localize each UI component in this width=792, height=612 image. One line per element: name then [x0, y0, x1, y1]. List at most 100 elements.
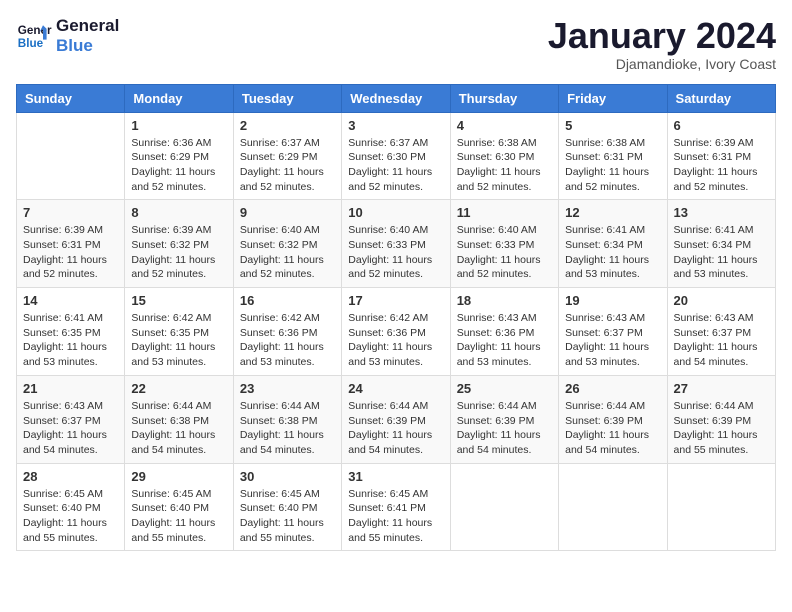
- day-info: Sunrise: 6:37 AMSunset: 6:30 PMDaylight:…: [348, 136, 443, 195]
- calendar-week-row: 21Sunrise: 6:43 AMSunset: 6:37 PMDayligh…: [17, 375, 776, 463]
- day-number: 2: [240, 118, 335, 133]
- day-info: Sunrise: 6:38 AMSunset: 6:30 PMDaylight:…: [457, 136, 552, 195]
- day-info: Sunrise: 6:43 AMSunset: 6:36 PMDaylight:…: [457, 311, 552, 370]
- day-info: Sunrise: 6:40 AMSunset: 6:32 PMDaylight:…: [240, 223, 335, 282]
- header-sunday: Sunday: [17, 84, 125, 112]
- day-number: 22: [131, 381, 226, 396]
- day-info: Sunrise: 6:37 AMSunset: 6:29 PMDaylight:…: [240, 136, 335, 195]
- table-row: 17Sunrise: 6:42 AMSunset: 6:36 PMDayligh…: [342, 288, 450, 376]
- day-number: 8: [131, 205, 226, 220]
- day-info: Sunrise: 6:44 AMSunset: 6:38 PMDaylight:…: [131, 399, 226, 458]
- day-info: Sunrise: 6:44 AMSunset: 6:38 PMDaylight:…: [240, 399, 335, 458]
- day-number: 14: [23, 293, 118, 308]
- table-row: [450, 463, 558, 551]
- logo-line2: Blue: [56, 36, 119, 56]
- day-info: Sunrise: 6:45 AMSunset: 6:41 PMDaylight:…: [348, 487, 443, 546]
- day-number: 20: [674, 293, 769, 308]
- table-row: 3 Sunrise: 6:37 AMSunset: 6:30 PMDaylight…: [342, 112, 450, 200]
- table-row: 2 Sunrise: 6:37 AMSunset: 6:29 PMDaylight…: [233, 112, 341, 200]
- table-row: [17, 112, 125, 200]
- table-row: 29 Sunrise: 6:45 AMSunset: 6:40 PMDayligh…: [125, 463, 233, 551]
- table-row: [559, 463, 667, 551]
- day-info: Sunrise: 6:43 AMSunset: 6:37 PMDaylight:…: [674, 311, 769, 370]
- table-row: 24 Sunrise: 6:44 AMSunset: 6:39 PMDayligh…: [342, 375, 450, 463]
- table-row: 28Sunrise: 6:45 AMSunset: 6:40 PMDayligh…: [17, 463, 125, 551]
- day-number: 30: [240, 469, 335, 484]
- day-info: Sunrise: 6:40 AMSunset: 6:33 PMDaylight:…: [457, 223, 552, 282]
- day-info: Sunrise: 6:45 AMSunset: 6:40 PMDaylight:…: [131, 487, 226, 546]
- day-number: 21: [23, 381, 118, 396]
- table-row: 26 Sunrise: 6:44 AMSunset: 6:39 PMDayligh…: [559, 375, 667, 463]
- calendar-table: Sunday Monday Tuesday Wednesday Thursday…: [16, 84, 776, 552]
- day-number: 10: [348, 205, 443, 220]
- table-row: 13 Sunrise: 6:41 AMSunset: 6:34 PMDayligh…: [667, 200, 775, 288]
- logo-line1: General: [56, 16, 119, 36]
- table-row: [667, 463, 775, 551]
- day-number: 4: [457, 118, 552, 133]
- calendar-week-row: 14 Sunrise: 6:41 AMSunset: 6:35 PMDayligh…: [17, 288, 776, 376]
- day-info: Sunrise: 6:41 AMSunset: 6:34 PMDaylight:…: [674, 223, 769, 282]
- day-info: Sunrise: 6:42 AMSunset: 6:35 PMDaylight:…: [131, 311, 226, 370]
- header-thursday: Thursday: [450, 84, 558, 112]
- day-info: Sunrise: 6:44 AMSunset: 6:39 PMDaylight:…: [348, 399, 443, 458]
- calendar-header-row: Sunday Monday Tuesday Wednesday Thursday…: [17, 84, 776, 112]
- day-number: 1: [131, 118, 226, 133]
- calendar-week-row: 28Sunrise: 6:45 AMSunset: 6:40 PMDayligh…: [17, 463, 776, 551]
- table-row: 11 Sunrise: 6:40 AMSunset: 6:33 PMDayligh…: [450, 200, 558, 288]
- logo-icon: General Blue: [16, 18, 52, 54]
- table-row: 31 Sunrise: 6:45 AMSunset: 6:41 PMDayligh…: [342, 463, 450, 551]
- day-info: Sunrise: 6:39 AMSunset: 6:31 PMDaylight:…: [23, 223, 118, 282]
- day-number: 16: [240, 293, 335, 308]
- day-number: 11: [457, 205, 552, 220]
- table-row: 12 Sunrise: 6:41 AMSunset: 6:34 PMDayligh…: [559, 200, 667, 288]
- day-info: Sunrise: 6:42 AMSunset: 6:36 PMDaylight:…: [240, 311, 335, 370]
- day-number: 18: [457, 293, 552, 308]
- day-info: Sunrise: 6:44 AMSunset: 6:39 PMDaylight:…: [674, 399, 769, 458]
- day-number: 15: [131, 293, 226, 308]
- day-info: Sunrise: 6:39 AMSunset: 6:32 PMDaylight:…: [131, 223, 226, 282]
- day-info: Sunrise: 6:39 AMSunset: 6:31 PMDaylight:…: [674, 136, 769, 195]
- header-saturday: Saturday: [667, 84, 775, 112]
- day-info: Sunrise: 6:36 AMSunset: 6:29 PMDaylight:…: [131, 136, 226, 195]
- header-wednesday: Wednesday: [342, 84, 450, 112]
- calendar-week-row: 7Sunrise: 6:39 AMSunset: 6:31 PMDaylight…: [17, 200, 776, 288]
- location-subtitle: Djamandioke, Ivory Coast: [548, 56, 776, 72]
- day-number: 12: [565, 205, 660, 220]
- day-number: 5: [565, 118, 660, 133]
- table-row: 15 Sunrise: 6:42 AMSunset: 6:35 PMDayligh…: [125, 288, 233, 376]
- table-row: 25 Sunrise: 6:44 AMSunset: 6:39 PMDayligh…: [450, 375, 558, 463]
- day-info: Sunrise: 6:44 AMSunset: 6:39 PMDaylight:…: [565, 399, 660, 458]
- day-number: 24: [348, 381, 443, 396]
- day-number: 26: [565, 381, 660, 396]
- header-tuesday: Tuesday: [233, 84, 341, 112]
- page-header: General Blue General Blue January 2024 D…: [16, 16, 776, 72]
- svg-text:General: General: [18, 25, 52, 38]
- day-info: Sunrise: 6:45 AMSunset: 6:40 PMDaylight:…: [23, 487, 118, 546]
- table-row: 27 Sunrise: 6:44 AMSunset: 6:39 PMDayligh…: [667, 375, 775, 463]
- header-monday: Monday: [125, 84, 233, 112]
- day-number: 6: [674, 118, 769, 133]
- table-row: 20 Sunrise: 6:43 AMSunset: 6:37 PMDayligh…: [667, 288, 775, 376]
- day-info: Sunrise: 6:41 AMSunset: 6:34 PMDaylight:…: [565, 223, 660, 282]
- day-info: Sunrise: 6:40 AMSunset: 6:33 PMDaylight:…: [348, 223, 443, 282]
- table-row: 18 Sunrise: 6:43 AMSunset: 6:36 PMDayligh…: [450, 288, 558, 376]
- day-number: 31: [348, 469, 443, 484]
- day-number: 27: [674, 381, 769, 396]
- day-info: Sunrise: 6:44 AMSunset: 6:39 PMDaylight:…: [457, 399, 552, 458]
- day-number: 23: [240, 381, 335, 396]
- day-number: 3: [348, 118, 443, 133]
- title-block: January 2024 Djamandioke, Ivory Coast: [548, 16, 776, 72]
- day-info: Sunrise: 6:38 AMSunset: 6:31 PMDaylight:…: [565, 136, 660, 195]
- svg-text:Blue: Blue: [18, 37, 44, 50]
- day-number: 13: [674, 205, 769, 220]
- table-row: 5 Sunrise: 6:38 AMSunset: 6:31 PMDaylight…: [559, 112, 667, 200]
- day-number: 25: [457, 381, 552, 396]
- day-number: 29: [131, 469, 226, 484]
- day-number: 19: [565, 293, 660, 308]
- header-friday: Friday: [559, 84, 667, 112]
- day-info: Sunrise: 6:42 AMSunset: 6:36 PMDaylight:…: [348, 311, 443, 370]
- table-row: 21Sunrise: 6:43 AMSunset: 6:37 PMDayligh…: [17, 375, 125, 463]
- table-row: 22 Sunrise: 6:44 AMSunset: 6:38 PMDayligh…: [125, 375, 233, 463]
- table-row: 8 Sunrise: 6:39 AMSunset: 6:32 PMDaylight…: [125, 200, 233, 288]
- day-info: Sunrise: 6:41 AMSunset: 6:35 PMDaylight:…: [23, 311, 118, 370]
